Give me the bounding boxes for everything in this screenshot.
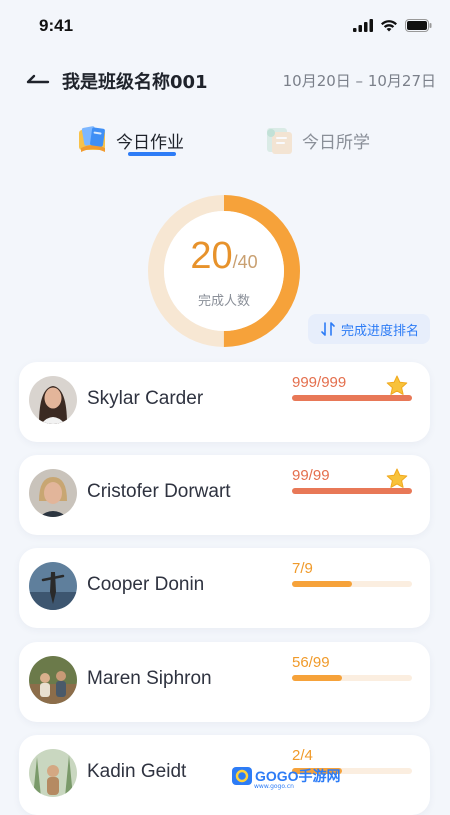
tab-today-learned-label: 今日所学 [302, 132, 370, 153]
active-tab-indicator [128, 152, 176, 156]
battery-icon [405, 19, 432, 32]
tab-today-homework-label: 今日作业 [116, 132, 184, 153]
progress-text: 56/99 [292, 654, 330, 671]
status-time: 9:41 [39, 16, 74, 35]
student-name: Maren Siphron [87, 668, 212, 689]
ring-center: 20/40 完成人数 [146, 193, 302, 349]
progress-bar [292, 675, 412, 681]
student-card[interactable]: Cristofer Dorwart 99/99 [19, 455, 430, 535]
student-name: Kadin Geidt [87, 761, 187, 782]
star-icon [386, 468, 408, 488]
student-card[interactable]: Kadin Geidt 2/4 [19, 735, 430, 815]
completion-ring: 20/40 完成人数 [146, 193, 302, 349]
star-icon [386, 375, 408, 395]
avatar [29, 656, 77, 704]
watermark: GOGO手游网 www.gogo.cn [232, 766, 341, 790]
student-name: Skylar Carder [87, 388, 204, 409]
completion-count: 20/40 [146, 235, 302, 278]
total-number: /40 [232, 252, 258, 272]
progress-fill [292, 581, 352, 587]
avatar [29, 562, 77, 610]
student-card[interactable]: Skylar Carder 999/999 [19, 362, 430, 442]
book-icon [79, 126, 105, 152]
progress-fill [292, 675, 343, 681]
student-name: Cristofer Dorwart [87, 481, 231, 502]
student-name: Cooper Donin [87, 574, 205, 595]
status-icons [353, 19, 432, 32]
tab-bar: 今日作业 今日所学 [0, 118, 450, 162]
nav-header: 我是班级名称001 10月20日 – 10月27日 [0, 62, 450, 98]
student-card[interactable]: Maren Siphron 56/99 [19, 642, 430, 722]
completion-label: 完成人数 [197, 294, 250, 309]
progress-text: 999/999 [292, 374, 347, 391]
wifi-icon [381, 20, 397, 32]
completed-number: 20 [190, 235, 233, 277]
sort-by-progress-button[interactable]: 完成进度排名 [308, 314, 430, 344]
sort-arrows-icon [321, 322, 335, 336]
watermark-domain: www.gogo.cn [254, 783, 294, 790]
back-arrow-icon[interactable] [24, 65, 54, 95]
cellular-signal-icon [353, 19, 373, 32]
gogo-logo-icon [232, 767, 252, 785]
progress-text: 2/4 [292, 747, 313, 764]
progress-text: 7/9 [292, 560, 313, 577]
progress-bar [292, 581, 412, 587]
tab-today-learned[interactable]: 今日所学 [262, 118, 370, 162]
avatar [29, 469, 77, 517]
progress-text: 99/99 [292, 467, 330, 484]
avatar [29, 749, 77, 797]
avatar [29, 376, 77, 424]
date-range[interactable]: 10月20日 – 10月27日 [283, 70, 436, 91]
notebook-icon [267, 128, 292, 154]
student-card[interactable]: Cooper Donin 7/9 [19, 548, 430, 628]
sort-by-progress-label: 完成进度排名 [340, 323, 419, 339]
class-title: 我是班级名称001 [62, 72, 208, 93]
status-bar: 9:41 [0, 0, 450, 54]
